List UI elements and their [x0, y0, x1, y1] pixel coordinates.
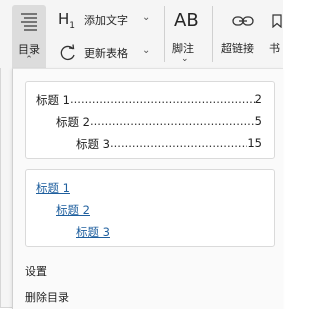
toc-entry: 标题 2 ...................................… [56, 114, 262, 130]
toc-entry-title: 标题 1 [36, 93, 70, 107]
add-text-label: 添加文字 [84, 14, 128, 27]
ribbon-separator [164, 6, 165, 62]
toc-style-plain-option[interactable]: 标题 1 ...................................… [25, 81, 275, 159]
toc-entry-title: 标题 2 [56, 115, 90, 129]
heading-icon: H1 [58, 10, 78, 31]
footnote-icon: AB [174, 10, 199, 31]
toc-link-entry: 标题 2 [56, 203, 90, 217]
toc-button[interactable]: 目录 ⌃ [12, 5, 46, 69]
footnote-button[interactable]: AB 脚注 ⌄ [170, 10, 204, 68]
bookmark-label: 书 [269, 42, 280, 55]
chevron-down-icon: ⌄ [142, 12, 151, 23]
update-table-button[interactable]: 更新表格 ⌄ [58, 42, 158, 64]
toc-entry-page: 2 [254, 92, 262, 106]
chevron-down-icon: ⌄ [181, 54, 189, 64]
toc-entry: 标题 3 ...................................… [76, 136, 262, 152]
toc-dropdown-panel: 标题 1 ...................................… [12, 68, 283, 309]
hyperlink-button[interactable]: 超链接 [220, 10, 266, 60]
toc-entry-title: 标题 3 [76, 137, 110, 151]
toc-leader-dots: ........................................… [69, 92, 255, 106]
toc-entry-page: 15 [247, 136, 262, 150]
toc-link-entry: 标题 1 [36, 181, 70, 195]
toc-link-entry: 标题 3 [76, 225, 110, 239]
bookmark-icon [272, 14, 282, 28]
references-ribbon: 目录 ⌃ H1 添加文字 ⌄ 更新表格 ⌄ AB 脚注 ⌄ 超链接 书 [0, 0, 283, 69]
chevron-down-icon: ⌄ [142, 45, 151, 56]
toc-leader-dots: ........................................… [89, 114, 255, 128]
toc-entry-page: 5 [254, 114, 262, 128]
toc-settings-menu-item[interactable]: 设置 [25, 263, 47, 279]
bookmark-button[interactable]: 书 [268, 10, 288, 60]
toc-leader-dots: ........................................… [109, 136, 247, 150]
ribbon-separator [212, 6, 213, 62]
heading-icon-sub: 1 [69, 21, 76, 31]
delete-toc-menu-item[interactable]: 删除目录 [25, 289, 69, 305]
refresh-icon [60, 44, 75, 61]
toc-style-hyperlink-option[interactable]: 标题 1 标题 2 标题 3 [25, 169, 275, 247]
toc-entry: 标题 1 ...................................… [36, 92, 262, 108]
chevron-up-icon: ⌃ [25, 55, 33, 65]
link-icon [232, 16, 254, 26]
heading-icon-glyph: H [58, 10, 70, 28]
table-of-contents-icon [21, 13, 37, 31]
update-table-label: 更新表格 [84, 47, 128, 60]
add-text-button[interactable]: H1 添加文字 ⌄ [58, 9, 158, 31]
hyperlink-label: 超链接 [221, 42, 254, 55]
